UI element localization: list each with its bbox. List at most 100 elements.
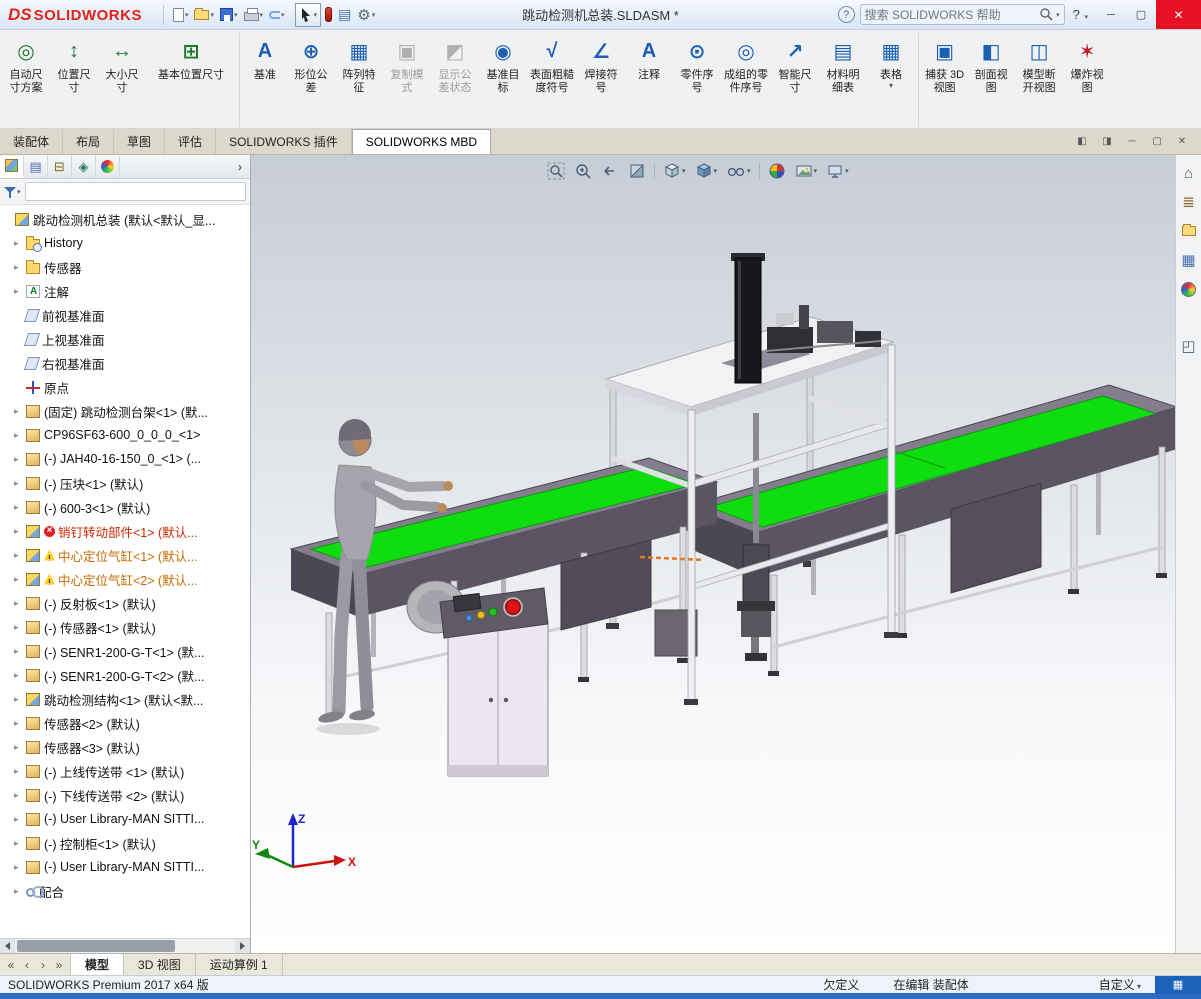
filter-dropdown-icon[interactable]: ▾ [17,188,21,196]
minimize-button[interactable]: ─ [1096,0,1126,29]
feature-tree-item[interactable]: ▸ (-) 600-3<1> (默认) [0,495,250,519]
ribbon-button[interactable]: ⊕ 形位公 差 [287,32,335,128]
tab-nav-arrow-icon[interactable]: › [36,958,50,972]
ribbon-button[interactable]: ◎ 自动尺 寸方案 [2,32,50,128]
ribbon-button[interactable]: ◧ 剖面视 图 [967,32,1015,128]
feature-tree-item[interactable]: 上视基准面 [0,327,250,351]
ribbon-button[interactable]: ▦ 阵列特 征 [335,32,383,128]
scroll-right-icon[interactable] [235,939,250,953]
feature-tree-item[interactable]: ▸ 跳动检测结构<1> (默认<默... [0,687,250,711]
ribbon-button[interactable]: ↔ 大小尺 寸 [98,32,146,128]
undo-icon[interactable]: ▾ [267,4,287,26]
expand-arrow-icon[interactable]: ▸ [14,838,25,849]
custom-dropdown[interactable]: 自定义 [1099,976,1141,993]
file-properties-icon[interactable] [336,4,353,26]
expand-arrow-icon[interactable]: ▸ [14,550,25,561]
expand-arrow-icon[interactable]: ▸ [14,766,25,777]
feature-tree-item[interactable]: ▸ 中心定位气缸<1> (默认... [0,543,250,567]
ribbon-button[interactable]: ◎ 成组的零 件序号 [721,32,771,128]
expand-arrow-icon[interactable]: ▸ [14,262,25,273]
ribbon-button[interactable]: ◩ 显示公 差状态 [431,32,479,128]
expand-arrow-icon[interactable]: ▸ [14,478,25,489]
design-library-icon[interactable] [1179,192,1199,212]
expand-arrow-icon[interactable]: ▸ [14,526,25,537]
feature-tree-item[interactable]: ▸ 销钉转动部件<1> (默认... [0,519,250,543]
filter-input[interactable] [24,182,246,201]
dimxpertmanager-tab[interactable] [72,155,96,178]
feature-tree-item[interactable]: ▸ (-) SENR1-200-G-T<2> (默... [0,663,250,687]
hide-show-items-icon[interactable]: ▾ [725,161,752,181]
feature-tree-item[interactable]: 跳动检测机总装 (默认<默认_显... [0,207,250,231]
document-pane-tab[interactable]: 3D 视图 [124,954,196,975]
restore-doc-icon[interactable]: ▢ [1146,133,1168,151]
options-gear-icon[interactable]: ▾ [355,4,377,26]
expand-arrow-icon[interactable]: ▸ [14,742,25,753]
minimize-doc-icon[interactable]: ─ [1121,133,1143,151]
expand-arrow-icon[interactable]: ▸ [14,406,25,417]
close-doc-icon[interactable]: ✕ [1171,133,1193,151]
expand-arrow-icon[interactable]: ▸ [14,790,25,801]
ribbon-button[interactable]: ▦ 表格 ▾ [867,32,915,128]
ribbon-button[interactable]: ∠ 焊接符 号 [577,32,625,128]
previous-view-icon[interactable] [600,161,620,181]
ribbon-button[interactable]: ▤ 材料明 细表 [819,32,867,128]
feature-tree-item[interactable]: ▸ (-) 反射板<1> (默认) [0,591,250,615]
expand-arrow-icon[interactable]: ▸ [14,622,25,633]
view-settings-icon[interactable]: ▾ [825,161,850,181]
zoom-to-fit-icon[interactable] [546,161,566,181]
feature-tree-item[interactable]: ▸ (-) SENR1-200-G-T<1> (默... [0,639,250,663]
feature-tree-item[interactable]: 前视基准面 [0,303,250,327]
feature-tree-item[interactable]: ▸ 传感器<2> (默认) [0,711,250,735]
feature-tree-item[interactable]: ▸ (-) 压块<1> (默认) [0,471,250,495]
feature-tree-item[interactable]: ▸ 注解 [0,279,250,303]
statusbar-grid-icon[interactable]: ▦ [1155,975,1201,994]
command-tab[interactable]: SOLIDWORKS 插件 [216,129,352,154]
expand-arrow-icon[interactable]: ▸ [14,286,25,297]
expand-arrow-icon[interactable]: ▸ [14,430,25,441]
section-view-icon[interactable] [627,161,647,181]
open-icon[interactable]: ▾ [192,4,216,26]
propertymanager-tab[interactable] [24,155,48,178]
featuremanager-tab[interactable] [0,155,24,178]
expand-arrow-icon[interactable]: ▸ [14,718,25,729]
pane-toggle-icon[interactable] [1179,336,1199,356]
command-tab[interactable]: 草图 [114,129,166,154]
ribbon-button[interactable]: ↗ 智能尺 寸 [771,32,819,128]
feature-tree-item[interactable]: ▸ 中心定位气缸<2> (默认... [0,567,250,591]
document-pane-tab[interactable]: 运动算例 1 [196,954,283,975]
expand-arrow-icon[interactable]: ▸ [14,862,25,873]
file-explorer-icon[interactable] [1179,221,1199,241]
ribbon-button[interactable]: ▣ 复制模 式 [383,32,431,128]
display-style-icon[interactable]: ▾ [694,161,719,181]
command-tab[interactable]: SOLIDWORKS MBD [351,129,492,154]
graphics-area[interactable]: ▾ ▾ ▾ ▾ ▾ Z X Y [251,155,1175,953]
ribbon-button[interactable]: ◉ 基准目 标 [479,32,527,128]
feature-tree-item[interactable]: ▸ 传感器<3> (默认) [0,735,250,759]
feature-tree-item[interactable]: ▸ (固定) 跳动检测台架<1> (默... [0,399,250,423]
appearances-icon[interactable] [1179,279,1199,299]
expand-arrow-icon[interactable]: ▸ [14,454,25,465]
feature-tree-item[interactable]: ▸ (-) 控制柜<1> (默认) [0,831,250,855]
scroll-left-icon[interactable] [0,939,15,953]
scrollbar-track[interactable] [15,939,235,953]
ribbon-button[interactable]: ⊞ 基本位置尺寸 [146,32,236,128]
expand-arrow-icon[interactable]: ▸ [14,502,25,513]
expand-arrow-icon[interactable]: ▸ [14,814,25,825]
configurationmanager-tab[interactable] [48,155,72,178]
solidworks-resources-icon[interactable] [1179,163,1199,183]
feature-tree-item[interactable]: ▸ 传感器 [0,255,250,279]
select-cursor-button[interactable]: ▾ [294,2,322,27]
filter-funnel-icon[interactable] [4,186,16,198]
tab-nav-arrow-icon[interactable]: « [4,958,18,972]
ribbon-button[interactable]: ↕ 位置尺 寸 [50,32,98,128]
expand-arrow-icon[interactable]: ▸ [14,574,25,585]
feature-tree-item[interactable]: 右视基准面 [0,351,250,375]
expand-arrow-icon[interactable]: ▸ [14,886,25,897]
feature-tree-item[interactable]: ▸ (-) 传感器<1> (默认) [0,615,250,639]
ribbon-button[interactable]: A 基准 [239,32,287,128]
command-tab[interactable]: 评估 [165,129,217,154]
assembly-model[interactable]: Z X Y [251,155,1175,953]
command-tab[interactable]: 装配体 [0,129,64,154]
command-tab[interactable]: 布局 [63,129,115,154]
feature-tree-item[interactable]: 原点 [0,375,250,399]
